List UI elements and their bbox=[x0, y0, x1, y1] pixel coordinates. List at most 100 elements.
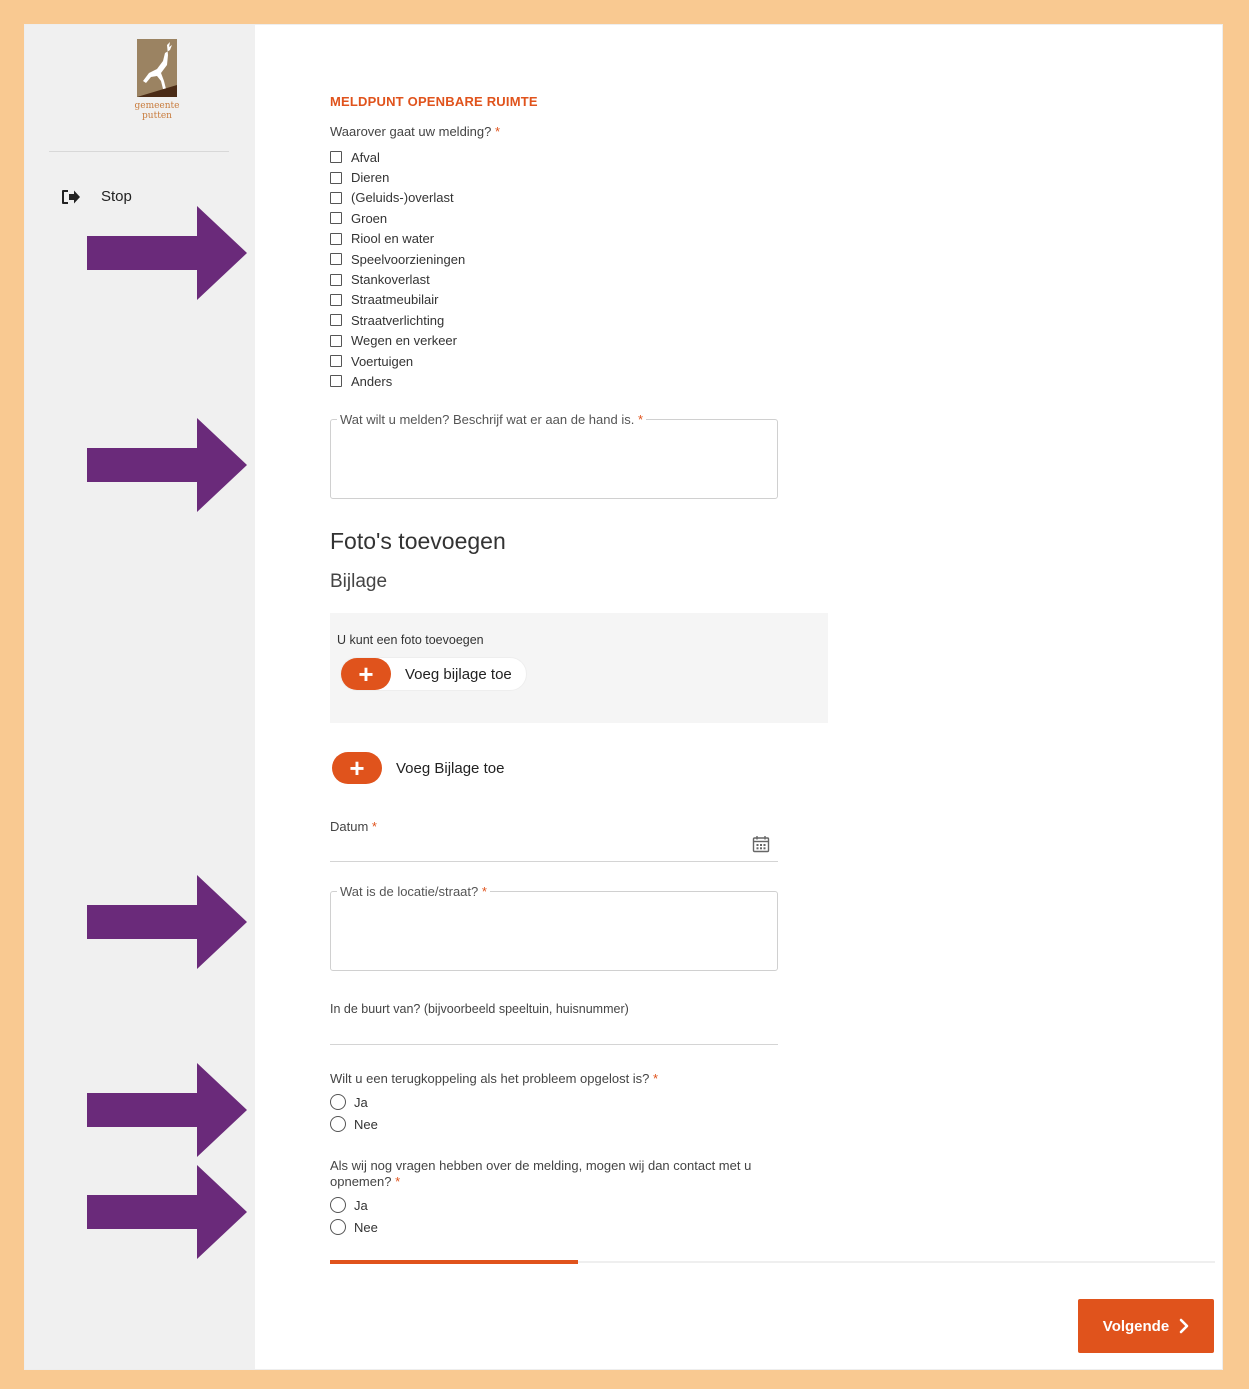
topic-question-text: Waarover gaat uw melding? bbox=[330, 124, 492, 139]
form-title: MELDPUNT OPENBARE RUIMTE bbox=[330, 94, 538, 109]
required-mark: * bbox=[637, 412, 644, 427]
checkbox[interactable] bbox=[330, 314, 342, 327]
contact-option-nee[interactable]: Nee bbox=[330, 1216, 378, 1238]
required-mark: * bbox=[495, 124, 501, 139]
annotation-arrow-icon bbox=[87, 418, 247, 512]
location-label: Wat is de locatie/straat? * bbox=[337, 884, 490, 899]
topic-option-wegen[interactable]: Wegen en verkeer bbox=[330, 331, 465, 351]
nearby-label: In de buurt van? (bijvoorbeeld speeltuin… bbox=[330, 1002, 629, 1016]
radio-button[interactable] bbox=[330, 1116, 346, 1132]
feedback-question-text: Wilt u een terugkoppeling als het proble… bbox=[330, 1071, 650, 1086]
option-label: Anders bbox=[351, 373, 393, 389]
topic-option-straatverlichting[interactable]: Straatverlichting bbox=[330, 310, 465, 330]
checkbox[interactable] bbox=[330, 253, 342, 266]
add-attachment-button[interactable]: + Voeg bijlage toe bbox=[340, 657, 527, 691]
date-input[interactable] bbox=[330, 833, 778, 862]
option-label: Dieren bbox=[351, 170, 390, 186]
topic-option-anders[interactable]: Anders bbox=[330, 371, 465, 391]
topic-option-riool[interactable]: Riool en water bbox=[330, 229, 465, 249]
next-button[interactable]: Volgende bbox=[1078, 1299, 1214, 1353]
progress-bar bbox=[330, 1260, 578, 1264]
deer-logo-icon bbox=[137, 39, 177, 97]
option-label: Groen bbox=[351, 210, 388, 226]
feedback-option-ja[interactable]: Ja bbox=[330, 1091, 378, 1113]
radio-label: Nee bbox=[354, 1116, 378, 1132]
radio-button[interactable] bbox=[330, 1094, 346, 1110]
checkbox[interactable] bbox=[330, 212, 342, 225]
topic-option-dieren[interactable]: Dieren bbox=[330, 167, 465, 187]
contact-option-ja[interactable]: Ja bbox=[330, 1194, 378, 1216]
plus-icon: + bbox=[341, 658, 391, 690]
checkbox[interactable] bbox=[330, 191, 342, 204]
checkbox[interactable] bbox=[330, 293, 342, 306]
plus-icon: + bbox=[332, 752, 382, 784]
description-label: Wat wilt u melden? Beschrijf wat er aan … bbox=[337, 412, 647, 427]
option-label: Speelvoorzieningen bbox=[351, 251, 466, 267]
next-label: Volgende bbox=[1102, 1317, 1170, 1335]
add-attachment-label-2: Voeg Bijlage toe bbox=[396, 759, 505, 777]
checkbox[interactable] bbox=[330, 151, 342, 164]
attachment-heading: Bijlage bbox=[330, 571, 388, 592]
add-attachment-button-2[interactable]: + Voeg Bijlage toe bbox=[332, 752, 518, 784]
checkbox[interactable] bbox=[330, 355, 342, 368]
radio-label: Ja bbox=[354, 1094, 368, 1110]
option-label: Stankoverlast bbox=[351, 272, 430, 288]
date-label: Datum * bbox=[330, 819, 377, 834]
option-label: Afval bbox=[351, 149, 380, 165]
date-label-text: Datum bbox=[330, 819, 369, 834]
feedback-option-nee[interactable]: Nee bbox=[330, 1113, 378, 1135]
checkbox[interactable] bbox=[330, 273, 342, 286]
required-mark: * bbox=[395, 1174, 401, 1189]
nearby-input[interactable] bbox=[330, 1020, 778, 1045]
radio-label: Ja bbox=[354, 1197, 368, 1213]
topic-option-speelvoorzieningen[interactable]: Speelvoorzieningen bbox=[330, 249, 465, 269]
required-mark: * bbox=[481, 884, 487, 899]
feedback-radio-group: Ja Nee bbox=[330, 1091, 378, 1135]
option-label: Riool en water bbox=[351, 231, 435, 247]
calendar-icon[interactable] bbox=[752, 835, 770, 858]
radio-button[interactable] bbox=[330, 1219, 346, 1235]
page-frame: gemeente putten Stop MELDPUNT OPENBARE R… bbox=[24, 24, 1223, 1370]
topic-option-groen[interactable]: Groen bbox=[330, 208, 465, 228]
annotation-arrow-icon bbox=[87, 875, 247, 969]
option-label: Straatverlichting bbox=[351, 312, 445, 328]
photos-heading: Foto's toevoegen bbox=[330, 528, 506, 554]
logo-wordmark: gemeente putten bbox=[125, 101, 189, 121]
topic-option-stankoverlast[interactable]: Stankoverlast bbox=[330, 269, 465, 289]
contact-radio-group: Ja Nee bbox=[330, 1194, 378, 1238]
topic-option-voertuigen[interactable]: Voertuigen bbox=[330, 351, 465, 371]
location-label-text: Wat is de locatie/straat? bbox=[340, 884, 479, 899]
option-label: Voertuigen bbox=[351, 353, 414, 369]
contact-question-text: Als wij nog vragen hebben over de meldin… bbox=[330, 1158, 752, 1189]
description-label-text: Wat wilt u melden? Beschrijf wat er aan … bbox=[340, 412, 635, 427]
attachment-panel: U kunt een foto toevoegen + Voeg bijlage… bbox=[330, 613, 828, 723]
logo-text-gemeente: gemeente bbox=[134, 101, 180, 111]
sign-out-icon bbox=[61, 189, 83, 205]
location-textarea[interactable]: Wat is de locatie/straat? * bbox=[330, 884, 778, 971]
contact-question: Als wij nog vragen hebben over de meldin… bbox=[330, 1158, 780, 1190]
stop-label: Stop bbox=[101, 188, 132, 205]
sidebar-divider bbox=[49, 151, 229, 152]
option-label: Straatmeubilair bbox=[351, 292, 439, 308]
topic-question: Waarover gaat uw melding? * bbox=[330, 124, 500, 139]
stop-button[interactable]: Stop bbox=[61, 188, 132, 205]
add-attachment-label: Voeg bijlage toe bbox=[405, 665, 512, 683]
radio-button[interactable] bbox=[330, 1197, 346, 1213]
radio-label: Nee bbox=[354, 1219, 378, 1235]
topic-option-straatmeubilair[interactable]: Straatmeubilair bbox=[330, 290, 465, 310]
checkbox[interactable] bbox=[330, 334, 342, 347]
checkbox[interactable] bbox=[330, 171, 342, 184]
checkbox[interactable] bbox=[330, 232, 342, 245]
topic-option-afval[interactable]: Afval bbox=[330, 147, 465, 167]
option-label: (Geluids-)overlast bbox=[351, 190, 454, 206]
checkbox[interactable] bbox=[330, 375, 342, 388]
annotation-arrow-icon bbox=[87, 206, 247, 300]
municipality-logo: gemeente putten bbox=[125, 39, 189, 129]
required-mark: * bbox=[653, 1071, 659, 1086]
logo-text-putten: putten bbox=[142, 111, 172, 121]
sidebar: gemeente putten Stop bbox=[25, 25, 255, 1369]
attachment-hint: U kunt een foto toevoegen bbox=[337, 633, 484, 647]
description-textarea[interactable]: Wat wilt u melden? Beschrijf wat er aan … bbox=[330, 412, 778, 499]
option-label: Wegen en verkeer bbox=[351, 333, 457, 349]
topic-option-overlast[interactable]: (Geluids-)overlast bbox=[330, 188, 465, 208]
